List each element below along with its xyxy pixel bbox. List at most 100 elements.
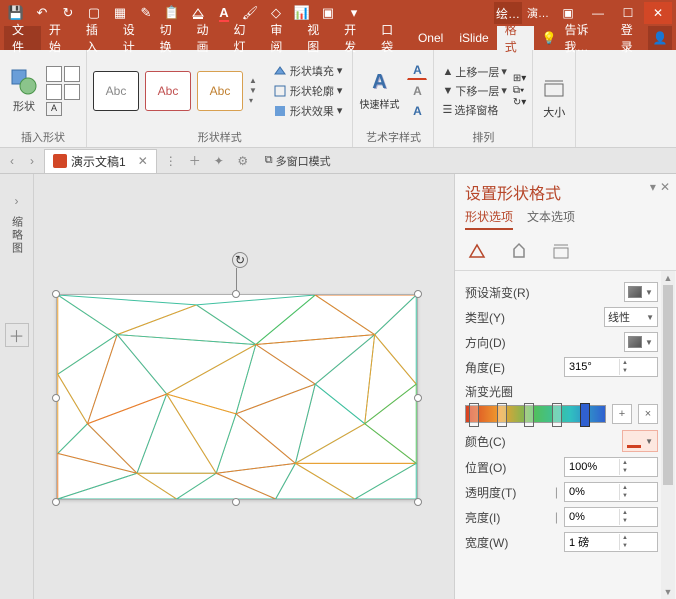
width-spinner[interactable]: ▲▼ (564, 532, 658, 552)
text-effects-icon[interactable]: A (407, 102, 427, 120)
remove-stop-button[interactable]: × (638, 404, 658, 424)
tab-design[interactable]: 设计 (115, 26, 152, 50)
width-input[interactable] (565, 536, 619, 548)
share-icon[interactable]: 👤 (648, 26, 672, 50)
align-icon[interactable]: ⊞▾ (513, 73, 526, 84)
gradient-stop-4[interactable] (552, 403, 562, 427)
transparency-spinner[interactable]: ▲▼ (564, 482, 658, 502)
send-backward-button[interactable]: ▼ 下移一层 ▾ (440, 82, 508, 100)
resize-handle-n[interactable] (232, 290, 240, 298)
pane-tab-text[interactable]: 文本选项 (527, 208, 575, 230)
multiwindow-button[interactable]: ⧉ 多窗口模式 (265, 153, 331, 169)
resize-handle-s[interactable] (232, 498, 240, 506)
pane-dropdown-icon[interactable]: ▾ (650, 180, 656, 194)
quick-styles-button[interactable]: A 快速样式 (359, 71, 399, 111)
new-tab-icon[interactable]: ＋ (185, 152, 205, 169)
position-spinner[interactable]: ▲▼ (564, 457, 658, 477)
shape-gallery-button[interactable]: 形状 (6, 68, 42, 114)
close-icon[interactable]: ✕ (644, 2, 672, 24)
tab-file[interactable]: 文件 (4, 26, 41, 50)
textbox-icon[interactable]: A (46, 102, 62, 116)
shape-effects-button[interactable]: 形状效果 ▾ (269, 102, 347, 120)
resize-handle-w[interactable] (52, 394, 60, 402)
resize-handle-e[interactable] (414, 394, 422, 402)
gradient-stop-5[interactable] (580, 403, 590, 427)
bring-forward-button[interactable]: ▲ 上移一层 ▾ (440, 63, 508, 81)
pane-tab-shape[interactable]: 形状选项 (465, 208, 513, 230)
resize-handle-sw[interactable] (52, 498, 60, 506)
pane-close-icon[interactable]: ✕ (660, 180, 670, 194)
tab-view[interactable]: 视图 (299, 26, 336, 50)
shape-outline-button[interactable]: 形状轮廓 ▾ (269, 82, 347, 100)
document-tab[interactable]: 演示文稿1 ✕ (44, 149, 157, 173)
resize-handle-se[interactable] (414, 498, 422, 506)
scroll-down-icon[interactable]: ▼ (661, 585, 675, 599)
scroll-thumb[interactable] (663, 285, 673, 485)
selection-pane-button[interactable]: ☰ 选择窗格 (440, 101, 508, 119)
rotate-icon[interactable]: ↻▾ (513, 97, 526, 108)
tab-pocket[interactable]: 口袋 (373, 26, 410, 50)
gear-icon[interactable]: ⚙ (233, 154, 253, 168)
scroll-up-icon[interactable]: ▲ (661, 271, 675, 285)
shape-fill-button[interactable]: 形状填充 ▾ (269, 62, 347, 80)
gradient-stop-3[interactable] (524, 403, 534, 427)
size-props-icon[interactable] (549, 240, 573, 264)
expand-thumbnails-icon[interactable]: › (15, 194, 19, 208)
text-fill-icon[interactable]: A (407, 62, 427, 80)
brightness-spinner[interactable]: ▲▼ (564, 507, 658, 527)
login-button[interactable]: 登录 (613, 26, 648, 50)
type-label: 类型(Y) (465, 309, 598, 326)
style-preset-1[interactable]: Abc (93, 71, 139, 111)
canvas[interactable]: ↻ (34, 174, 454, 599)
angle-spinner[interactable]: ▲▼ (564, 357, 658, 377)
style-preset-3[interactable]: Abc (197, 71, 243, 111)
size-button[interactable]: 大小 (539, 78, 569, 120)
star-icon[interactable]: ✦ (209, 154, 229, 168)
gradient-slider[interactable] (465, 405, 606, 423)
group-icon[interactable]: ⧉▾ (513, 85, 526, 96)
resize-handle-nw[interactable] (52, 290, 60, 298)
tabs-right-icon[interactable]: › (24, 154, 40, 168)
direction-combo[interactable]: ▼ (624, 332, 658, 352)
tab-developer[interactable]: 开发 (336, 26, 373, 50)
color-combo[interactable]: ▼ (622, 430, 658, 452)
shape-style-gallery[interactable]: Abc Abc Abc (93, 71, 243, 111)
tab-menu-icon[interactable]: ⋮ (161, 154, 181, 168)
add-stop-button[interactable]: + (612, 404, 632, 424)
bucket-icon (627, 434, 641, 448)
transparency-input[interactable] (565, 486, 619, 498)
tab-slideshow[interactable]: 幻灯 (225, 26, 262, 50)
tabs-left-icon[interactable]: ‹ (4, 154, 20, 168)
document-tabs: ‹ › 演示文稿1 ✕ ⋮ ＋ ✦ ⚙ ⧉ 多窗口模式 (0, 148, 676, 174)
gallery-up-icon[interactable]: ▲ (249, 76, 257, 85)
type-combo[interactable]: 线性▼ (604, 307, 658, 327)
tab-islide[interactable]: iSlide (451, 26, 496, 50)
position-input[interactable] (565, 461, 619, 473)
tab-review[interactable]: 审阅 (262, 26, 299, 50)
selected-shape[interactable] (56, 294, 418, 500)
effects-icon[interactable] (507, 240, 531, 264)
tab-close-icon[interactable]: ✕ (138, 154, 148, 168)
shape-mini-gallery[interactable] (46, 66, 80, 100)
text-outline-icon[interactable]: A (407, 82, 427, 100)
preset-gradient-combo[interactable]: ▼ (624, 282, 658, 302)
tab-format[interactable]: 格式 (497, 26, 534, 50)
tab-home[interactable]: 开始 (41, 26, 78, 50)
rotation-handle[interactable]: ↻ (232, 252, 248, 268)
gallery-more-icon[interactable]: ▾ (249, 96, 257, 105)
tell-me[interactable]: 💡 告诉我… (534, 26, 613, 50)
gradient-stop-1[interactable] (469, 403, 479, 427)
gradient-stop-2[interactable] (497, 403, 507, 427)
add-slide-button[interactable]: ＋ (5, 323, 29, 347)
tab-transitions[interactable]: 切换 (152, 26, 189, 50)
tab-animations[interactable]: 动画 (189, 26, 226, 50)
pane-scrollbar[interactable]: ▲ ▼ (661, 271, 675, 599)
tab-onel[interactable]: Onel (410, 26, 451, 50)
brightness-input[interactable] (565, 511, 619, 523)
angle-input[interactable] (565, 361, 619, 373)
gallery-down-icon[interactable]: ▼ (249, 86, 257, 95)
style-preset-2[interactable]: Abc (145, 71, 191, 111)
resize-handle-ne[interactable] (414, 290, 422, 298)
fill-line-icon[interactable] (465, 240, 489, 264)
tab-insert[interactable]: 插入 (78, 26, 115, 50)
